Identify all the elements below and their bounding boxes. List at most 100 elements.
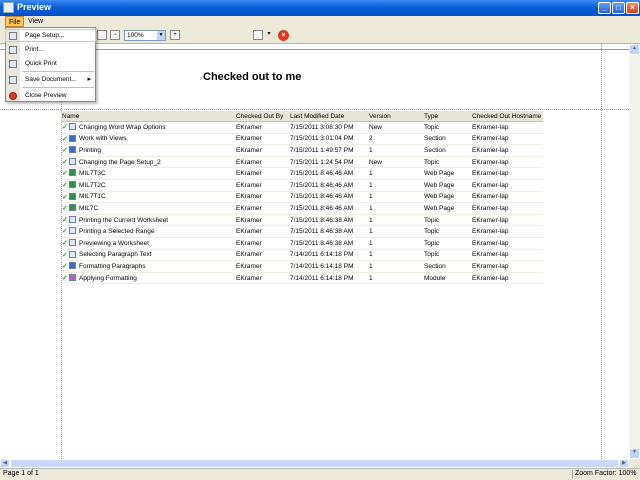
cell-type: Topic [423, 121, 471, 134]
cell-last-modified: 7/14/2011 6:14:18 PM [289, 272, 368, 285]
cell-hostname: EKramer-lap [471, 133, 543, 146]
cell-hostname: EKramer-lap [471, 167, 543, 180]
cell-checked-out-by: EKramer [235, 202, 289, 215]
table-row[interactable]: ✓ Selecting Paragraph Text EKramer 7/14/201… [61, 249, 543, 262]
zoom-select[interactable]: 100% ▼ [124, 30, 166, 41]
scroll-right-button[interactable]: ▶ [619, 459, 629, 468]
cell-last-modified: 7/14/2011 6:14:18 PM [289, 260, 368, 273]
scroll-left-button[interactable]: ◀ [0, 459, 10, 468]
table-row[interactable]: ✓ MIL7T3C EKramer 7/15/2011 8:46:46 AM 1 Web … [61, 167, 543, 180]
scroll-down-button[interactable]: ▼ [629, 448, 640, 459]
section-icon [69, 134, 76, 142]
section-icon [69, 146, 76, 154]
cell-type: Section [423, 144, 471, 157]
table-header-row: Name Checked Out By Last Modified Date V… [61, 111, 543, 122]
horizontal-scrollbar[interactable]: ◀ ▶ [0, 459, 629, 468]
maximize-button[interactable]: □ [612, 2, 625, 14]
table-row[interactable]: ✓ Changing the Page Setup_2 EKramer 7/15/20… [61, 156, 543, 169]
close-preview-icon [9, 92, 17, 100]
checked-out-icon: ✓ [62, 170, 68, 178]
menu-item-close-preview[interactable]: Close Preview [6, 90, 95, 101]
cell-last-modified: 7/15/2011 1:49:57 PM [289, 144, 368, 157]
topic-icon [69, 215, 76, 223]
page-layout-icon[interactable] [253, 30, 263, 40]
zoom-in-icon[interactable]: + [170, 30, 180, 40]
item-name: Previewing a Worksheet [79, 239, 149, 247]
window-title: Preview [17, 2, 52, 12]
table-row[interactable]: ✓ Work with Views EKramer 7/15/2011 3:01:04… [61, 133, 543, 146]
cell-hostname: EKramer-lap [471, 214, 543, 227]
checked-out-icon: ✓ [62, 239, 68, 247]
cell-hostname: EKramer-lap [471, 179, 543, 192]
webpage-icon [69, 204, 76, 212]
cell-last-modified: 7/15/2011 8:46:46 AM [289, 191, 368, 204]
cell-checked-out-by: EKramer [235, 121, 289, 134]
cell-last-modified: 7/15/2011 3:01:04 PM [289, 133, 368, 146]
cell-type: Web Page [423, 179, 471, 192]
preview-area: Checked out to me Name Checked Out By La… [0, 44, 629, 459]
item-name: MIL7T3C [79, 170, 106, 178]
close-window-button[interactable]: × [626, 2, 639, 14]
file-menu-dropdown: Page Setup... Print... Quick Print Save … [5, 27, 96, 102]
cell-last-modified: 7/15/2011 8:46:38 AM [289, 214, 368, 227]
item-name: Applying Formatting [79, 274, 137, 282]
cell-version: 1 [368, 144, 423, 157]
cell-version: 1 [368, 272, 423, 285]
cell-name: ✓ MIL7C [61, 202, 235, 215]
topic-icon [69, 250, 76, 258]
minimize-button[interactable]: _ [598, 2, 611, 14]
cell-checked-out-by: EKramer [235, 191, 289, 204]
table-row[interactable]: ✓ Printing a Selected Range EKramer 7/15/20… [61, 225, 543, 238]
scroll-up-button[interactable]: ▲ [629, 44, 640, 55]
vertical-scrollbar[interactable]: ▲ ▼ [629, 44, 640, 459]
cell-last-modified: 7/14/2011 6:14:18 PM [289, 249, 368, 262]
topic-icon [69, 157, 76, 165]
menu-view[interactable]: View [25, 16, 46, 27]
menu-item-quick-print[interactable]: Quick Print [6, 58, 95, 69]
section-icon [69, 262, 76, 270]
table-row[interactable]: ✓ MIL7T1C EKramer 7/15/2011 8:46:46 AM 1 Web … [61, 191, 543, 204]
column-header-name: Name [61, 111, 235, 122]
page-indicator: Page 1 of 1 [3, 470, 39, 477]
cell-version: 1 [368, 225, 423, 238]
table-row[interactable]: ✓ Formatting Paragraphs EKramer 7/14/2011 6… [61, 260, 543, 273]
menu-file[interactable]: File [5, 16, 25, 27]
menu-item-page-setup[interactable]: Page Setup... [5, 29, 96, 42]
table-row[interactable]: ✓ Previewing a Worksheet EKramer 7/15/2011 … [61, 237, 543, 250]
cell-checked-out-by: EKramer [235, 225, 289, 238]
toolbar: − 100% ▼ + ▾ × [0, 27, 640, 44]
cell-hostname: EKramer-lap [471, 191, 543, 204]
zoom-out-icon[interactable]: − [110, 30, 120, 40]
margin-guide-right [601, 44, 602, 459]
menu-item-print[interactable]: Print... [6, 44, 95, 55]
horizontal-scroll-thumb[interactable] [10, 459, 619, 468]
cell-checked-out-by: EKramer [235, 249, 289, 262]
cell-type: Web Page [423, 202, 471, 215]
table-row[interactable]: ✓ MIL7T2C EKramer 7/15/2011 8:46:46 AM 1 Web … [61, 179, 543, 192]
cell-hostname: EKramer-lap [471, 144, 543, 157]
cell-type: Topic [423, 249, 471, 262]
item-name: Work with Views [79, 135, 127, 143]
cell-version: 1 [368, 191, 423, 204]
cell-checked-out-by: EKramer [235, 156, 289, 169]
cell-name: ✓ Printing the Current Worksheet [61, 214, 235, 227]
table-row[interactable]: ✓ Changing Word Wrap Options EKramer 7/15/2… [61, 121, 543, 134]
cell-version: New [368, 121, 423, 134]
column-header-last-modified: Last Modified Date [289, 111, 368, 122]
topic-icon [69, 227, 76, 235]
table-row[interactable]: ✓ MIL7C EKramer 7/15/2011 8:46:46 AM 1 Web Pa… [61, 202, 543, 215]
layout-dropdown-icon[interactable]: ▾ [264, 30, 274, 40]
item-name: Changing the Page Setup_2 [79, 158, 161, 166]
menu-item-save-document[interactable]: Save Document... ▸ [6, 74, 95, 85]
print-icon[interactable] [97, 30, 107, 40]
report-title: Checked out to me [203, 71, 302, 83]
cell-checked-out-by: EKramer [235, 272, 289, 285]
table-row[interactable]: ✓ Printing the Current Worksheet EKramer 7/… [61, 214, 543, 227]
close-preview-icon[interactable]: × [278, 30, 289, 41]
cell-type: Section [423, 133, 471, 146]
table-row[interactable]: ✓ Printing EKramer 7/15/2011 1:49:57 PM 1 Sec… [61, 144, 543, 157]
chevron-down-icon[interactable]: ▼ [157, 31, 165, 40]
table-row[interactable]: ✓ Applying Formatting EKramer 7/14/2011 6:1… [61, 272, 543, 285]
cell-type: Section [423, 260, 471, 273]
cell-version: 1 [368, 237, 423, 250]
